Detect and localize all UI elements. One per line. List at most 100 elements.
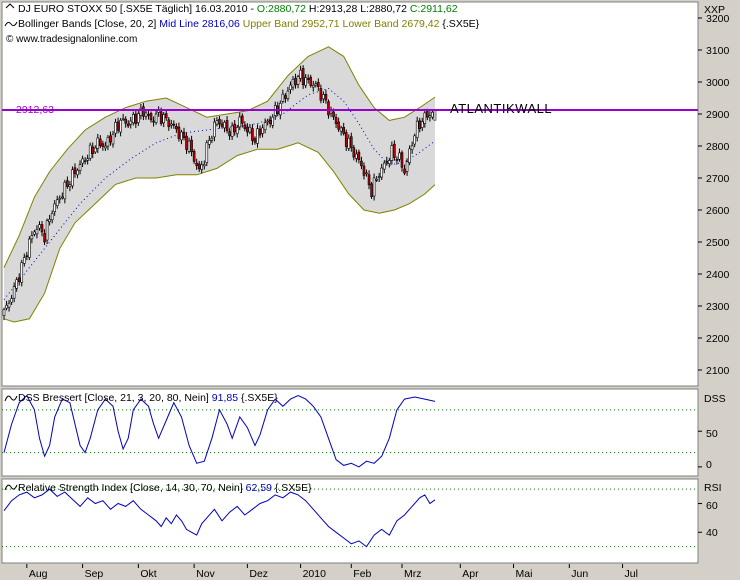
candle-body: [256, 128, 259, 144]
price-tick-label: 2100: [706, 365, 730, 377]
dss-axis-label: DSS: [704, 393, 726, 405]
candle-body: [106, 136, 110, 147]
candle-body: [121, 118, 125, 120]
candle-body: [50, 213, 54, 221]
candle-body: [296, 76, 300, 85]
candle-body: [91, 146, 95, 154]
candle-body: [175, 125, 178, 130]
candle-body: [301, 68, 305, 85]
bollinger-title: Bollinger Bands [Close, 20, 2] Mid Line …: [18, 18, 480, 30]
candle-body: [210, 137, 214, 141]
hline-value-label: 2912,63: [16, 104, 54, 116]
candle-body: [48, 218, 51, 223]
candle-body: [15, 279, 18, 289]
candle-body: [177, 126, 181, 139]
candle-body: [180, 131, 183, 141]
candle-body: [223, 121, 226, 129]
candle-body: [202, 164, 206, 167]
candle-body: [294, 77, 297, 86]
candle-body: [76, 169, 79, 176]
candle-body: [5, 304, 8, 309]
candle-body: [61, 196, 64, 199]
rsi-tick-40: 40: [706, 527, 718, 539]
copyright-text: © www.tradesignalonline.com: [6, 34, 137, 45]
candle-body: [246, 126, 249, 133]
date-tick-label: Dez: [249, 568, 268, 580]
rsi-title: Relative Strength Index [Close, 14, 30, …: [18, 482, 312, 494]
candle-body: [375, 179, 378, 181]
candle-body: [131, 114, 135, 124]
candle-body: [380, 167, 384, 178]
candle-body: [266, 120, 269, 123]
candle-body: [167, 119, 171, 128]
candle-body: [38, 224, 41, 229]
candle-body: [195, 162, 198, 166]
candle-body: [172, 123, 176, 126]
price-tick-label: 2300: [706, 301, 730, 313]
date-tick-label: Nov: [196, 568, 215, 580]
candle-body: [208, 140, 211, 145]
candle-body: [119, 120, 122, 133]
candle-body: [63, 181, 67, 200]
date-tick-label: Mrz: [404, 568, 422, 580]
candle-body: [405, 161, 409, 172]
candle-body: [395, 159, 399, 161]
candle-body: [20, 262, 24, 283]
candle-body: [220, 123, 224, 127]
candle-body: [360, 160, 363, 167]
candle-body: [66, 180, 69, 187]
date-tick-label: Apr: [462, 568, 479, 580]
candle-body: [410, 145, 414, 150]
candle-body: [347, 137, 351, 149]
candle-body: [261, 127, 264, 134]
candle-body: [78, 164, 82, 171]
dss-tick-0: 0: [706, 459, 712, 471]
candle-body: [370, 183, 373, 197]
candle-body: [154, 113, 158, 123]
candle-body: [55, 199, 59, 206]
candle-body: [116, 121, 120, 131]
date-tick-label: Mai: [516, 568, 533, 580]
candle-body: [339, 127, 343, 132]
date-tick-label: Sep: [85, 568, 104, 580]
candle-body: [111, 134, 115, 145]
candle-body: [93, 147, 97, 153]
candle-body: [109, 135, 112, 143]
candle-body: [299, 69, 302, 79]
date-tick-label: Feb: [353, 568, 371, 580]
candle-body: [253, 138, 257, 143]
chart-window: 2100 2200 2300 2400 2500 2600 2700 2800 2900 3000…: [1, 1, 730, 580]
candle-body: [251, 128, 254, 141]
candle-body: [81, 158, 84, 164]
candle-body: [281, 93, 285, 102]
candle-body: [248, 126, 252, 133]
candle-body: [83, 160, 87, 163]
candle-body: [372, 177, 376, 197]
candle-body: [393, 143, 396, 158]
candle-body: [365, 172, 368, 175]
candle-body: [35, 229, 39, 235]
candle-body: [228, 131, 231, 137]
candle-body: [377, 176, 381, 178]
candle-body: [192, 150, 196, 162]
candle-body: [68, 184, 72, 188]
candle-body: [33, 231, 36, 235]
candle-body: [304, 77, 307, 86]
candle-body: [423, 112, 427, 124]
candle-body: [190, 139, 193, 153]
candle-body: [86, 158, 89, 161]
candle-body: [344, 132, 348, 147]
candle-body: [96, 137, 100, 149]
candle-body: [258, 128, 262, 136]
candle-body: [187, 140, 191, 152]
date-tick-label: Jul: [625, 568, 638, 580]
candle-body: [362, 165, 366, 176]
candle-body: [197, 163, 201, 170]
price-title: DJ EURO STOXX 50 [.SX5E Täglich] 16.03.2…: [18, 3, 458, 15]
candle-body: [170, 123, 173, 126]
candle-body: [126, 123, 130, 127]
dss-tick-50: 50: [706, 428, 718, 440]
candle-body: [413, 135, 416, 145]
candle-body: [240, 115, 244, 124]
price-tick-label: 3100: [706, 45, 730, 57]
